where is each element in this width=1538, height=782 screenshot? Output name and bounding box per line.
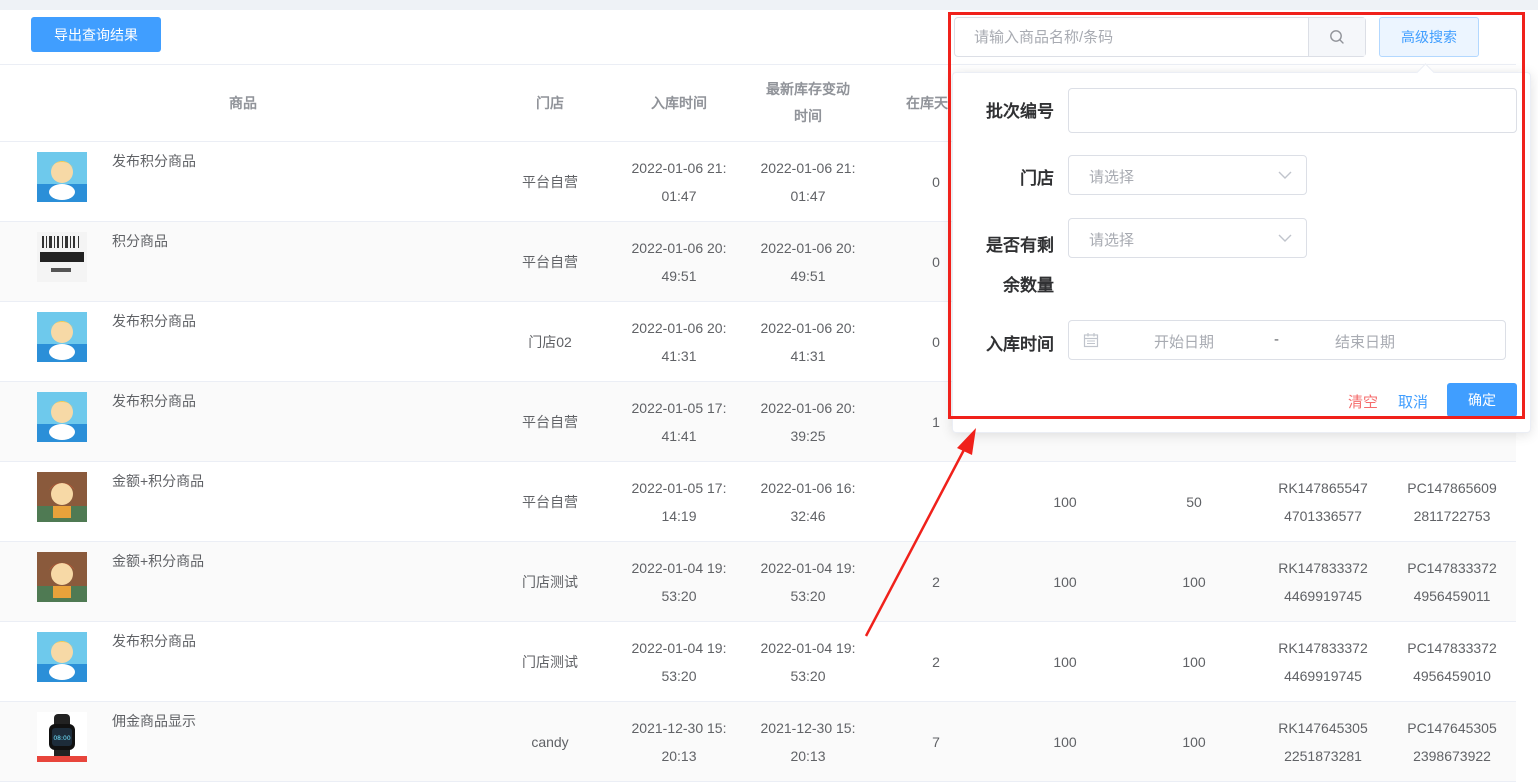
product-name[interactable]: 积分商品 — [112, 231, 168, 251]
in-time-label: 入库时间 — [986, 335, 1054, 354]
pc-number-cell: PC147645305 2398673922 — [1407, 720, 1497, 764]
change-time-cell: 2022-01-06 21: 01:47 — [760, 160, 856, 204]
search-box — [954, 17, 1366, 57]
quantity-cell: 100 — [1053, 574, 1077, 590]
pc-number-cell: PC147833372 4956459011 — [1407, 560, 1497, 604]
product-image — [37, 632, 87, 682]
product-name[interactable]: 金额+积分商品 — [112, 551, 204, 571]
in-time-cell: 2022-01-06 20: 49:51 — [631, 240, 727, 284]
change-time-cell: 2022-01-06 20: 41:31 — [760, 320, 856, 364]
advanced-search-button[interactable]: 高级搜索 — [1379, 17, 1479, 57]
product-name[interactable]: 发布积分商品 — [112, 631, 196, 651]
product-image — [37, 232, 87, 282]
quantity-cell: 100 — [1053, 494, 1077, 510]
store-cell: 平台自营 — [522, 494, 578, 510]
confirm-button[interactable]: 确定 — [1447, 383, 1517, 417]
in-time-cell: 2022-01-05 17: 41:41 — [631, 400, 727, 444]
batch-number-input[interactable] — [1068, 88, 1517, 133]
chevron-down-icon — [1278, 234, 1292, 242]
rk-number-cell: RK147833372 4469919745 — [1278, 560, 1368, 604]
col-in-time: 入库时间 — [651, 94, 707, 111]
pc-number-cell: PC147865609 2811722753 — [1407, 480, 1497, 524]
in-time-cell: 2022-01-06 21: 01:47 — [631, 160, 727, 204]
remaining-cell: 100 — [1182, 654, 1206, 670]
product-image — [37, 392, 87, 442]
change-time-cell: 2021-12-30 15: 20:13 — [760, 720, 856, 764]
store-cell: 平台自营 — [522, 414, 578, 430]
remaining-cell: 100 — [1182, 574, 1206, 590]
table-row: 08:00 佣金商品显示 candy 2021-12-30 15: 20:13 2021… — [0, 702, 1516, 782]
search-button[interactable] — [1308, 18, 1365, 56]
svg-text:08:00: 08:00 — [53, 735, 70, 742]
store-label: 门店 — [1020, 169, 1054, 188]
col-latest-change-time: 最新库存变动 时间 — [766, 81, 850, 124]
rk-number-cell: RK147645305 2251873281 — [1278, 720, 1368, 764]
search-input[interactable] — [955, 18, 1309, 56]
remaining-select-placeholder: 请选择 — [1089, 232, 1135, 249]
cancel-button[interactable]: 取消 — [1398, 391, 1428, 412]
quantity-cell: 100 — [1053, 734, 1077, 750]
table-row: 金额+积分商品平台自营 2022-01-05 17: 14:19 2022-01-0… — [0, 462, 1516, 542]
store-cell: candy — [531, 734, 569, 750]
in-time-date-range[interactable]: 开始日期 - 结束日期 — [1068, 320, 1506, 360]
change-time-cell: 2022-01-04 19: 53:20 — [760, 560, 856, 604]
days-cell: 2 — [932, 574, 940, 590]
store-cell: 门店测试 — [522, 574, 578, 590]
days-cell — [872, 462, 1000, 542]
in-time-cell: 2022-01-06 20: 41:31 — [631, 320, 727, 364]
remaining-quantity-label: 是否有剩 余数量 — [986, 236, 1054, 295]
store-select[interactable]: 请选择 — [1068, 155, 1307, 195]
in-time-cell: 2022-01-04 19: 53:20 — [631, 640, 727, 684]
in-time-cell: 2022-01-05 17: 14:19 — [631, 480, 727, 524]
product-image — [37, 472, 87, 522]
col-goods: 商品 — [229, 94, 257, 111]
start-date-placeholder[interactable]: 开始日期 — [1154, 331, 1214, 352]
product-name[interactable]: 发布积分商品 — [112, 391, 196, 411]
export-results-button[interactable]: 导出查询结果 — [31, 17, 161, 52]
date-range-separator: - — [1274, 331, 1279, 348]
store-cell: 门店测试 — [522, 654, 578, 670]
in-time-cell: 2021-12-30 15: 20:13 — [631, 720, 727, 764]
remaining-cell: 100 — [1182, 734, 1206, 750]
quantity-cell: 100 — [1053, 654, 1077, 670]
store-cell: 平台自营 — [522, 174, 578, 190]
pc-number-cell: PC147833372 4956459010 — [1407, 640, 1497, 684]
calendar-icon — [1083, 333, 1099, 348]
product-name[interactable]: 佣金商品显示 — [112, 711, 196, 731]
change-time-cell: 2022-01-06 20: 39:25 — [760, 400, 856, 444]
chevron-down-icon — [1278, 171, 1292, 179]
table-row: 发布积分商品门店测试 2022-01-04 19: 53:20 2022-01-04… — [0, 622, 1516, 702]
days-cell: 7 — [932, 734, 940, 750]
product-image — [37, 152, 87, 202]
change-time-cell: 2022-01-06 16: 32:46 — [760, 480, 856, 524]
clear-button[interactable]: 清空 — [1348, 391, 1378, 412]
product-name[interactable]: 金额+积分商品 — [112, 471, 204, 491]
remaining-quantity-select[interactable]: 请选择 — [1068, 218, 1307, 258]
table-row: 金额+积分商品门店测试 2022-01-04 19: 53:20 2022-01-0… — [0, 542, 1516, 622]
rk-number-cell: RK147833372 4469919745 — [1278, 640, 1368, 684]
days-cell: 2 — [932, 654, 940, 670]
end-date-placeholder[interactable]: 结束日期 — [1335, 331, 1395, 352]
rk-number-cell: RK147865547 4701336577 — [1278, 480, 1368, 524]
store-cell: 门店02 — [528, 334, 572, 350]
change-time-cell: 2022-01-04 19: 53:20 — [760, 640, 856, 684]
product-name[interactable]: 发布积分商品 — [112, 151, 196, 171]
batch-number-label: 批次编号 — [986, 102, 1054, 121]
product-image — [37, 312, 87, 362]
product-image: 08:00 — [37, 712, 87, 762]
top-strip — [0, 0, 1538, 10]
change-time-cell: 2022-01-06 20: 49:51 — [760, 240, 856, 284]
remaining-cell: 50 — [1186, 494, 1202, 510]
in-time-cell: 2022-01-04 19: 53:20 — [631, 560, 727, 604]
search-icon — [1330, 30, 1344, 44]
col-store: 门店 — [536, 94, 564, 111]
store-cell: 平台自营 — [522, 254, 578, 270]
store-select-placeholder: 请选择 — [1089, 169, 1135, 186]
product-name[interactable]: 发布积分商品 — [112, 311, 196, 331]
product-image — [37, 552, 87, 602]
